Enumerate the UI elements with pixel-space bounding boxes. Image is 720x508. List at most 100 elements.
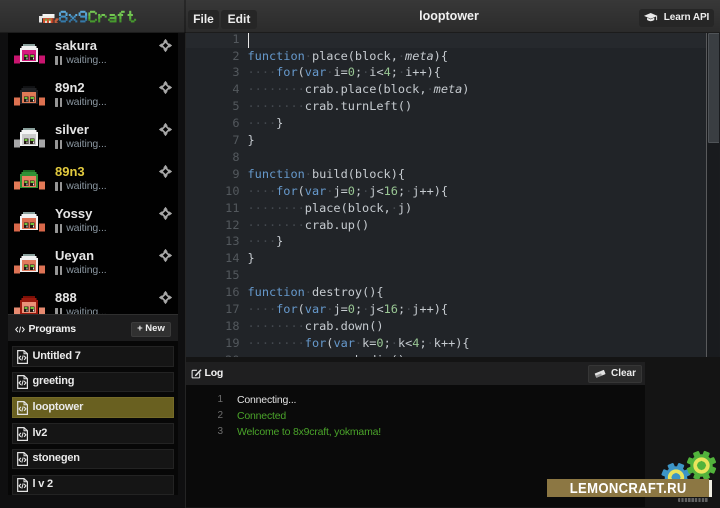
character-row-89n2[interactable]: 89n2 waiting...	[8, 75, 178, 117]
main-area: 1 2 function·place(block,·meta){ 3 ····f…	[185, 33, 720, 508]
status-text: waiting...	[66, 180, 106, 192]
code-line-text: ········place(block,·j)	[248, 200, 413, 217]
program-item-l-v-2[interactable]: l v 2	[12, 475, 174, 496]
sidebar: sakura waiting... 89n2 waiting...	[0, 33, 185, 508]
line-number: 11	[186, 200, 240, 217]
file-code-icon	[17, 350, 28, 364]
program-item-Untitled-7[interactable]: Untitled 7	[12, 346, 174, 367]
code-line: 13 ····}	[186, 233, 720, 250]
line-number: 3	[186, 64, 240, 81]
programs-header: Programs + New	[8, 314, 178, 341]
program-item-greeting[interactable]: greeting	[12, 372, 174, 393]
character-name: silver	[55, 122, 89, 137]
line-number: 18	[186, 318, 240, 335]
line-number: 16	[186, 284, 240, 301]
line-number: 5	[186, 98, 240, 115]
scrollbar-thumb[interactable]	[708, 33, 720, 143]
line-number: 1	[186, 33, 240, 48]
move-crosshair-icon[interactable]	[159, 81, 172, 94]
line-number: 13	[186, 233, 240, 250]
character-row-sakura[interactable]: sakura waiting...	[8, 33, 178, 75]
character-status: waiting...	[55, 265, 107, 276]
status-text: waiting...	[66, 96, 106, 108]
code-line: 7 }	[186, 132, 720, 149]
code-line: 14 }	[186, 250, 720, 267]
code-line: 18 ········crab.down()	[186, 318, 720, 335]
file-code-icon	[17, 375, 28, 389]
move-crosshair-icon[interactable]	[159, 291, 172, 304]
code-line-text: ····}	[248, 233, 284, 250]
code-line-text: ········for(var·k=0;·k<4;·k++){	[248, 335, 470, 352]
line-number: 9	[186, 166, 240, 183]
line-number: 14	[186, 250, 240, 267]
move-crosshair-icon[interactable]	[159, 207, 172, 220]
character-row-Ueyan[interactable]: Ueyan waiting...	[8, 243, 178, 285]
crab-avatar	[14, 296, 45, 314]
move-crosshair-icon[interactable]	[159, 249, 172, 262]
status-text: waiting...	[66, 306, 106, 314]
crab-avatar	[14, 128, 45, 148]
code-line: 12 ········crab.up()	[186, 217, 720, 234]
program-label: Untitled 7	[33, 350, 81, 362]
move-crosshair-icon[interactable]	[159, 165, 172, 178]
character-row-888[interactable]: 888 waiting...	[8, 285, 178, 314]
pause-icon	[55, 140, 62, 149]
new-program-button[interactable]: + New	[131, 322, 171, 337]
line-number: 2	[186, 48, 240, 65]
program-item-lv2[interactable]: lv2	[12, 423, 174, 444]
code-line-text: ········crab.place(block,·meta)	[248, 81, 470, 98]
file-code-icon	[17, 427, 28, 441]
line-number: 12	[186, 217, 240, 234]
status-text: waiting...	[66, 264, 106, 276]
character-name: 89n2	[55, 80, 85, 95]
code-line: 3 ····for(var·i=0;·i<4;·i++){	[186, 64, 720, 81]
code-line-text: ····for(var·i=0;·i<4;·i++){	[248, 64, 441, 81]
line-number: 7	[186, 132, 240, 149]
line-number: 6	[186, 115, 240, 132]
code-line: 5 ········crab.turnLeft()	[186, 98, 720, 115]
learn-api-button[interactable]: Learn API	[639, 9, 714, 27]
program-label: lv2	[33, 427, 48, 439]
character-row-silver[interactable]: silver waiting...	[8, 117, 178, 159]
log-line-number: 3	[186, 424, 223, 440]
line-number: 4	[186, 81, 240, 98]
code-line-text: ········crab.turnLeft()	[248, 98, 413, 115]
crab-avatar	[14, 86, 45, 106]
crab-avatar	[14, 212, 45, 232]
document-title: looptower	[185, 9, 713, 23]
log-line-text: Connected	[237, 408, 286, 424]
code-line: 19 ········for(var·k=0;·k<4;·k++){	[186, 335, 720, 352]
log-line-text: Connecting...	[237, 392, 296, 408]
code-editor[interactable]: 1 2 function·place(block,·meta){ 3 ····f…	[186, 33, 720, 357]
code-line-text: ········crab.down()	[248, 318, 384, 335]
code-line-text: }	[248, 250, 255, 267]
file-code-icon	[17, 401, 28, 415]
pause-icon	[55, 56, 62, 65]
log-line: 2 Connected	[186, 408, 645, 424]
move-crosshair-icon[interactable]	[159, 123, 172, 136]
watermark-banner: LEMONCRAFT.RU	[547, 479, 709, 497]
character-row-89n3[interactable]: 89n3 waiting...	[8, 159, 178, 201]
code-line-text: ········crab.up()	[248, 217, 370, 234]
code-line: 2 function·place(block,·meta){	[186, 48, 720, 65]
character-status: waiting...	[55, 223, 107, 234]
editor-scrollbar[interactable]	[706, 33, 719, 357]
code-line: 10 ····for(var·j=0;·j<16;·j++){	[186, 183, 720, 200]
watermark-edge-bar	[709, 480, 712, 497]
character-list: sakura waiting... 89n2 waiting...	[8, 33, 178, 314]
crab-avatar	[14, 170, 45, 190]
code-line-text: ····for(var·j=0;·j<16;·j++){	[248, 183, 449, 200]
code-line: 11 ········place(block,·j)	[186, 200, 720, 217]
clear-log-button[interactable]: Clear	[588, 365, 642, 383]
programs-list: Untitled 7 greeting looptower lv2 stoneg…	[8, 341, 178, 495]
move-crosshair-icon[interactable]	[159, 39, 172, 52]
log-line-text: Welcome to 8x9craft, yokmama!	[237, 424, 381, 440]
edit-pencil-icon	[191, 368, 202, 379]
program-item-looptower[interactable]: looptower	[12, 397, 174, 418]
code-line-text: function·destroy(){	[248, 284, 384, 301]
character-status: waiting...	[55, 55, 107, 66]
character-name: Ueyan	[55, 248, 94, 263]
line-number: 17	[186, 301, 240, 318]
character-row-Yossy[interactable]: Yossy waiting...	[8, 201, 178, 243]
program-item-stonegen[interactable]: stonegen	[12, 449, 174, 470]
